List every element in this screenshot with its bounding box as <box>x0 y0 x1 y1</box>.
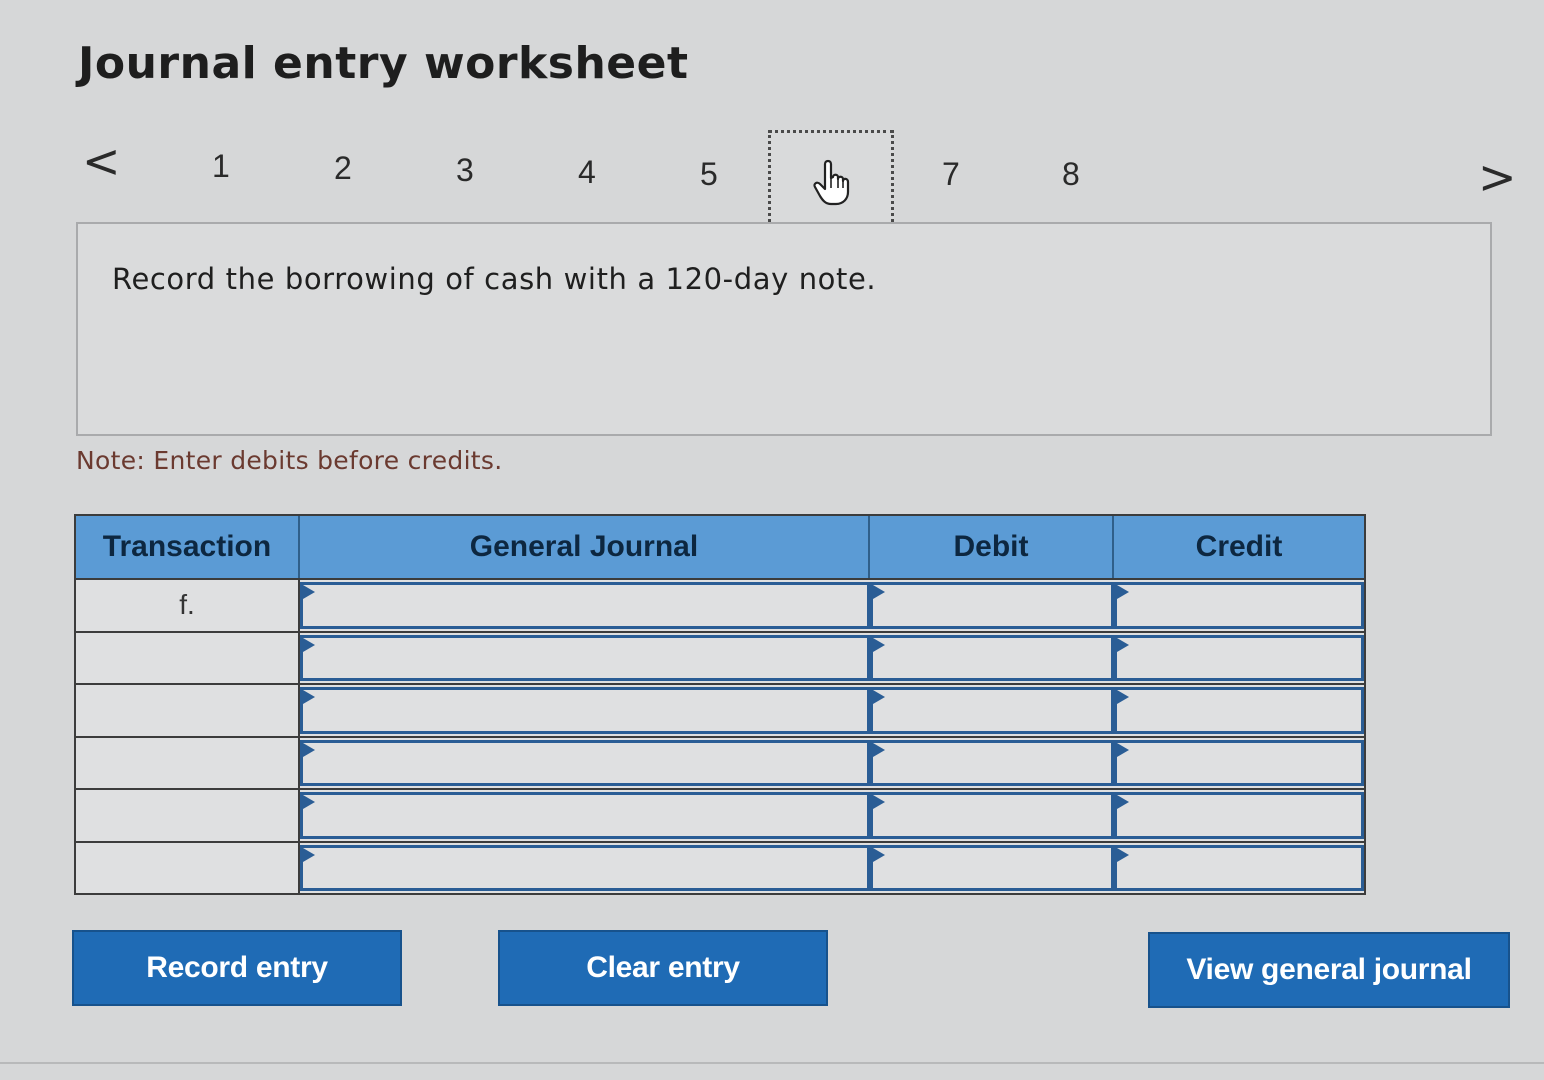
step-5[interactable]: 5 <box>700 156 718 193</box>
credit-input[interactable] <box>1114 739 1364 786</box>
step-6-current[interactable] <box>768 130 894 234</box>
debit-input[interactable] <box>870 634 1114 681</box>
table-row <box>76 735 1364 788</box>
column-header-general-journal: General Journal <box>300 516 870 578</box>
instruction-text: Record the borrowing of cash with a 120-… <box>112 262 877 296</box>
account-input[interactable] <box>300 739 870 786</box>
debit-input[interactable] <box>870 739 1114 786</box>
page-title: Journal entry worksheet <box>78 38 689 89</box>
step-7[interactable]: 7 <box>942 156 960 193</box>
column-header-debit: Debit <box>870 516 1114 578</box>
credit-input[interactable] <box>1114 582 1364 629</box>
step-1[interactable]: 1 <box>212 148 230 185</box>
account-input[interactable] <box>300 844 870 891</box>
debit-input[interactable] <box>870 844 1114 891</box>
prev-step-arrow[interactable]: < <box>82 138 121 184</box>
debit-input[interactable] <box>870 792 1114 839</box>
table-row <box>76 788 1364 841</box>
transaction-cell <box>76 685 300 736</box>
account-input[interactable] <box>300 792 870 839</box>
step-3[interactable]: 3 <box>456 152 474 189</box>
transaction-cell <box>76 737 300 788</box>
clear-entry-button[interactable]: Clear entry <box>498 930 828 1006</box>
record-entry-button[interactable]: Record entry <box>72 930 402 1006</box>
bottom-divider <box>0 1062 1544 1064</box>
transaction-cell <box>76 790 300 841</box>
debit-credit-note: Note: Enter debits before credits. <box>76 446 503 475</box>
account-input[interactable] <box>300 582 870 629</box>
table-header-row: Transaction General Journal Debit Credit <box>76 516 1364 578</box>
credit-input[interactable] <box>1114 687 1364 734</box>
step-4[interactable]: 4 <box>578 154 596 191</box>
debit-input[interactable] <box>870 687 1114 734</box>
credit-input[interactable] <box>1114 844 1364 891</box>
table-row: f. <box>76 578 1364 631</box>
account-input[interactable] <box>300 687 870 734</box>
account-input[interactable] <box>300 634 870 681</box>
debit-input[interactable] <box>870 582 1114 629</box>
instruction-box: Record the borrowing of cash with a 120-… <box>76 222 1492 436</box>
transaction-cell <box>76 842 300 893</box>
column-header-credit: Credit <box>1195 530 1283 563</box>
table-row <box>76 683 1364 736</box>
step-2[interactable]: 2 <box>334 150 352 187</box>
table-body: f. <box>76 578 1364 893</box>
credit-input[interactable] <box>1114 792 1364 839</box>
table-row <box>76 840 1364 893</box>
view-general-journal-button[interactable]: View general journal <box>1148 932 1510 1008</box>
table-row <box>76 630 1364 683</box>
credit-input[interactable] <box>1114 634 1364 681</box>
transaction-cell: f. <box>76 580 300 631</box>
journal-worksheet-page: Journal entry worksheet < 1 2 3 4 5 7 8 … <box>0 0 1544 1080</box>
column-header-transaction: Transaction <box>76 516 300 578</box>
step-8[interactable]: 8 <box>1062 156 1080 193</box>
transaction-cell <box>76 632 300 683</box>
next-step-arrow[interactable]: > <box>1478 154 1517 200</box>
hand-pointer-icon <box>813 159 850 206</box>
journal-entry-table: Transaction General Journal Debit Credit… <box>74 514 1366 895</box>
